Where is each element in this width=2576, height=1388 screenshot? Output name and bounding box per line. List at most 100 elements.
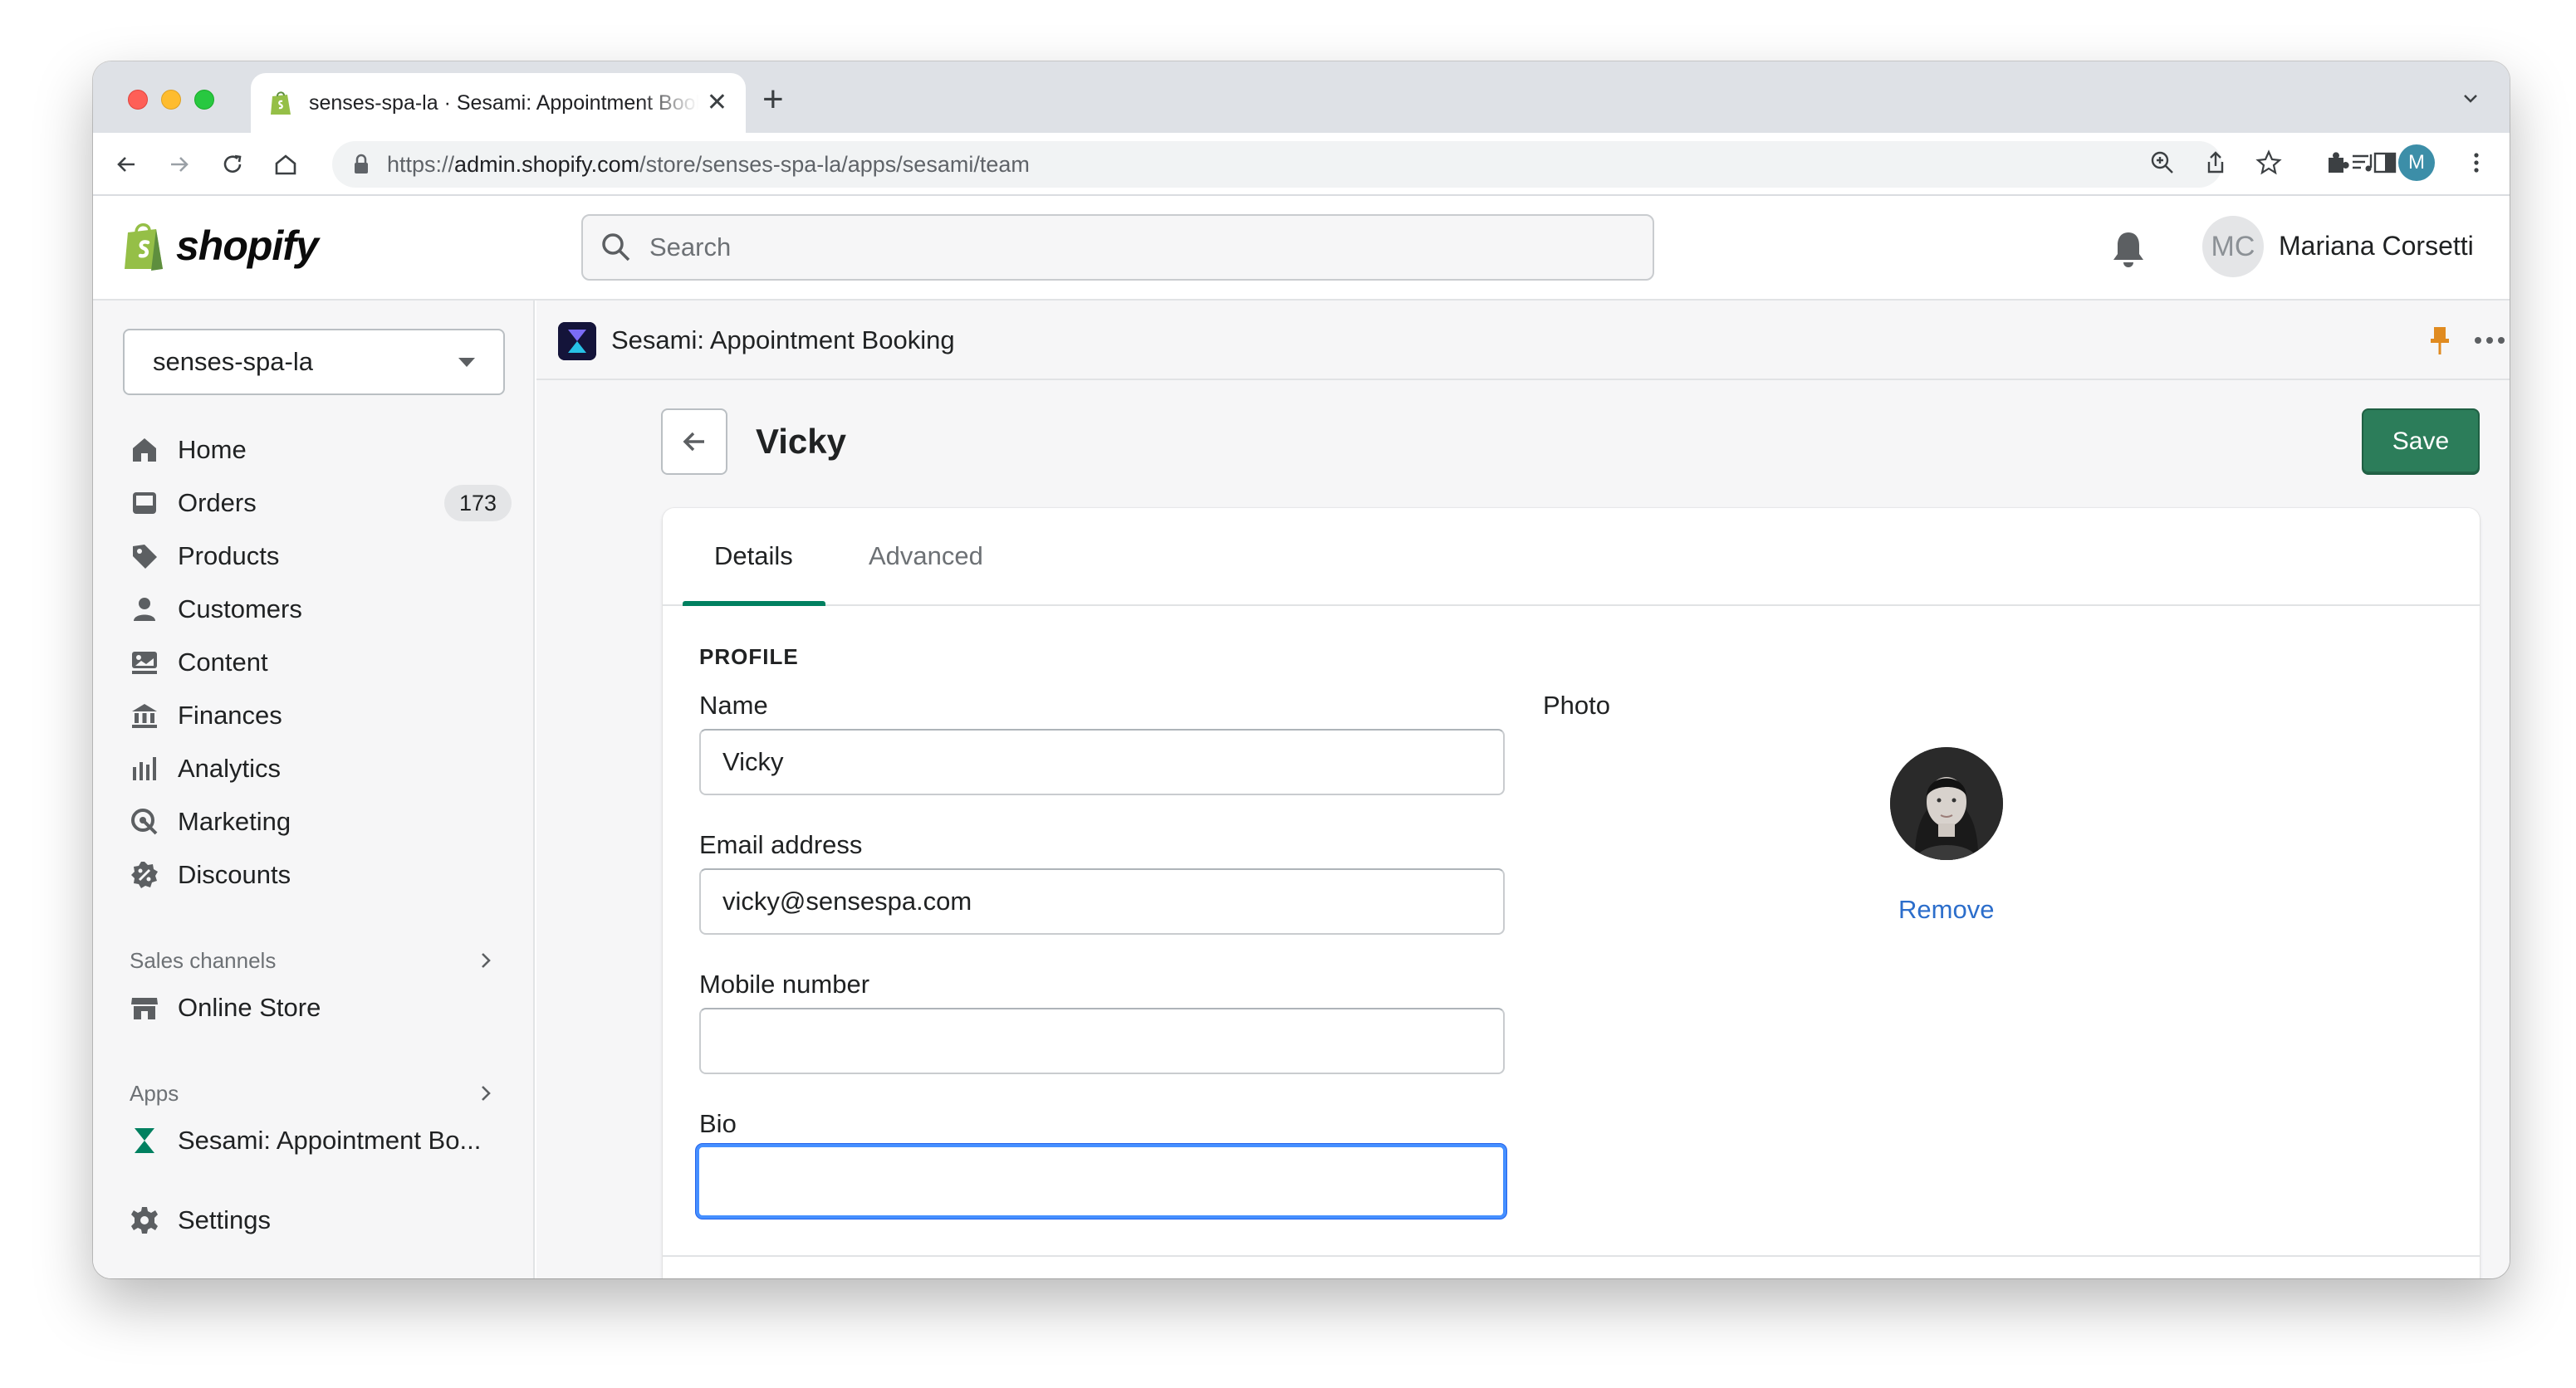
sidebar-item-label: Customers [178,594,302,623]
address-bar[interactable]: https://admin.shopify.com/store/senses-s… [332,141,2222,188]
shopify-topbar: shopify MC Mariana Corsetti [93,196,2510,301]
home-icon [133,438,156,462]
sidebar-item-label: Settings [178,1205,272,1234]
tabs: Details Advanced [663,508,2480,606]
save-button[interactable]: Save [2362,408,2480,475]
lock-icon[interactable] [352,154,370,175]
back-arrow-icon[interactable] [111,149,141,179]
maximize-window-button[interactable] [194,90,214,110]
sidebar-item-finances[interactable]: Finances [130,694,512,737]
tab-advanced[interactable]: Advanced [869,541,983,571]
close-window-button[interactable] [128,90,148,110]
zoom-icon[interactable] [2147,148,2177,178]
notification-bell-icon[interactable] [2109,229,2147,269]
name-input[interactable] [699,729,1505,795]
side-panel-icon[interactable] [2370,148,2400,178]
sidebar-item-orders[interactable]: Orders 173 [130,481,512,525]
caret-down-icon [458,357,475,367]
shopify-wordmark: shopify [176,222,319,269]
home-icon[interactable] [271,149,301,179]
main-content: Sesami: Appointment Booking Vicky Save D… [536,301,2510,1278]
chevron-down-icon[interactable] [2458,86,2483,111]
sesami-icon [135,1128,154,1153]
sidebar-item-online-store[interactable]: Online Store [130,986,512,1029]
close-tab-icon[interactable]: ✕ [707,90,727,115]
sidebar-item-customers[interactable]: Customers [130,588,512,631]
sidebar-item-label: Orders [178,488,257,517]
bio-input[interactable] [696,1144,1506,1219]
remove-photo-link[interactable]: Remove [1898,895,1994,925]
browser-toolbar: https://admin.shopify.com/store/senses-s… [93,133,2510,196]
card-divider [663,1255,2480,1257]
app-header: Sesami: Appointment Booking [536,301,2510,380]
browser-profile-avatar[interactable]: M [2398,144,2435,181]
extensions-icon[interactable] [2322,148,2352,178]
back-button[interactable] [661,408,727,475]
sesami-app-logo [558,322,596,360]
sidebar-item-marketing[interactable]: Marketing [130,800,512,843]
mobile-label: Mobile number [699,970,870,999]
sidebar-item-content[interactable]: Content [130,641,512,684]
tab-details[interactable]: Details [714,541,793,571]
browser-tab[interactable]: senses-spa-la · Sesami: Appointment Book… [251,73,746,133]
app-name: Sesami: Appointment Booking [611,325,955,354]
discount-icon [131,862,158,888]
content-icon [132,652,157,674]
sidebar-item-settings[interactable]: Settings [130,1199,512,1242]
sidebar-item-analytics[interactable]: Analytics [130,747,512,790]
person-icon [134,598,155,621]
arrow-left-icon [683,432,704,452]
sidebar-item-sesami[interactable]: Sesami: Appointment Bo... [130,1119,512,1162]
profile-heading: PROFILE [699,644,799,669]
pin-icon[interactable] [2425,324,2455,357]
active-tab-indicator [683,601,825,606]
browser-window: senses-spa-la · Sesami: Appointment Book… [93,61,2510,1278]
browser-menu-icon[interactable] [2461,148,2491,178]
bookmark-star-icon[interactable] [2254,148,2284,178]
staff-details-card: Details Advanced PROFILE Name Email addr… [663,508,2480,1278]
apps-heading: Apps [130,1081,179,1106]
more-options-icon[interactable] [2471,325,2508,355]
email-input[interactable] [699,868,1505,935]
search-input[interactable] [649,232,1563,262]
sidebar-item-label: Online Store [178,993,321,1022]
forward-arrow-icon[interactable] [164,149,194,179]
chevron-right-icon[interactable] [475,1083,497,1104]
bio-label: Bio [699,1109,737,1138]
new-tab-button[interactable]: + [762,81,784,118]
portrait-image [1890,747,2003,860]
search-bar[interactable] [581,214,1654,281]
sidebar-item-products[interactable]: Products [130,535,512,578]
share-icon[interactable] [2201,148,2231,178]
bar-chart-icon [133,757,156,780]
user-name[interactable]: Mariana Corsetti [2279,231,2474,261]
user-avatar[interactable]: MC [2202,216,2264,277]
mobile-input[interactable] [699,1008,1505,1074]
orders-icon [133,492,156,514]
photo-label: Photo [1543,691,1611,720]
minimize-window-button[interactable] [161,90,181,110]
sidebar-item-label: Home [178,435,247,464]
sales-channels-heading: Sales channels [130,948,277,973]
sidebar-item-label: Analytics [178,754,282,783]
sidebar-item-home[interactable]: Home [130,428,512,472]
store-icon [131,998,158,1019]
store-name: senses-spa-la [153,347,313,376]
reload-icon[interactable] [218,149,247,179]
name-label: Name [699,691,768,720]
shopify-bag-icon [125,223,163,271]
sidebar-item-label: Products [178,541,280,570]
tag-icon [133,545,157,569]
target-icon [131,809,158,835]
sidebar-item-label: Content [178,648,268,677]
sidebar-item-label: Discounts [178,860,291,889]
chevron-right-icon[interactable] [475,950,497,971]
sidebar-item-discounts[interactable]: Discounts [130,853,512,897]
store-selector[interactable]: senses-spa-la [123,329,505,395]
bank-icon [132,704,157,728]
shopify-bag-icon [271,91,291,115]
shopify-logo[interactable]: shopify [121,219,319,272]
url-text[interactable]: https://admin.shopify.com/store/senses-s… [387,152,1030,178]
tab-strip: senses-spa-la · Sesami: Appointment Book… [93,61,2510,133]
tab-title: senses-spa-la · Sesami: Appointment Book… [309,90,698,115]
